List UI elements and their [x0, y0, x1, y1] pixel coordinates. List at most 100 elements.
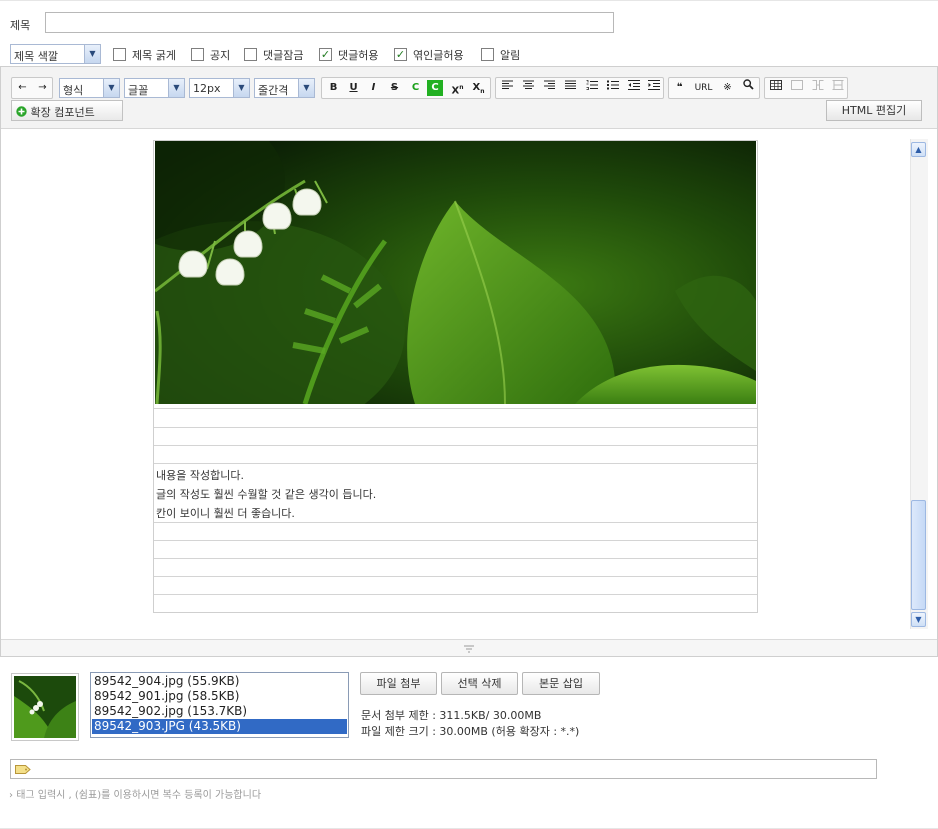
outdent-icon[interactable]: [624, 79, 643, 97]
line-height-select-value: 줄간격: [258, 84, 289, 97]
attach-file-button[interactable]: 파일 첨부: [360, 672, 437, 695]
title-color-select-value: 제목 색깔: [14, 50, 58, 63]
title-label: 제목: [10, 19, 31, 32]
inserted-image[interactable]: [155, 141, 756, 404]
chevron-down-icon: ▼: [298, 79, 314, 97]
redo-button[interactable]: →: [33, 79, 52, 97]
align-justify-icon[interactable]: [561, 79, 580, 97]
tag-icon: [15, 764, 31, 778]
extension-component-button[interactable]: 확장 컴포넌트: [11, 100, 123, 121]
content-line: 글의 작성도 훨씬 수월할 것 같은 생각이 듭니다.: [156, 488, 377, 501]
history-group: ← →: [11, 77, 53, 99]
font-size-select-value: 12px: [193, 82, 221, 95]
superscript-button[interactable]: Xn: [448, 79, 467, 97]
ordered-list-icon[interactable]: [582, 79, 601, 97]
paragraph-group: [495, 77, 664, 99]
file-list-item[interactable]: 89542_901.jpg (58.5KB): [92, 689, 347, 704]
table-group: [764, 77, 848, 99]
title-color-select[interactable]: 제목 색깔 ▼: [10, 44, 101, 64]
top-divider: [0, 0, 938, 1]
lily-of-the-valley-photo: [155, 141, 756, 404]
content-line: 내용을 작성합니다.: [156, 469, 244, 482]
editor-resize-handle[interactable]: [1, 639, 937, 656]
attachment-preview: [11, 673, 79, 741]
table-row-border: [154, 540, 757, 541]
tag-hint: › 태그 입력시 , (쉼표)를 이용하시면 복수 등록이 가능합니다: [9, 786, 261, 801]
allow-trackback-checkbox[interactable]: ✓: [394, 48, 407, 61]
chevron-down-icon: ▼: [168, 79, 184, 97]
notice-checkbox[interactable]: [191, 48, 204, 61]
format-select-value: 형식: [63, 84, 84, 97]
special-char-button[interactable]: ※: [718, 79, 737, 97]
font-select-value: 글꼴: [128, 84, 149, 97]
bold-title-label: 제목 굵게: [132, 49, 176, 62]
unordered-list-icon[interactable]: [603, 79, 622, 97]
plus-icon: [16, 106, 27, 117]
table-icon[interactable]: [766, 79, 785, 97]
extension-component-label: 확장 컴포넌트: [30, 106, 95, 119]
resize-grip-icon: [464, 643, 474, 656]
font-select[interactable]: 글꼴 ▼: [124, 78, 185, 98]
table-cell-icon[interactable]: [787, 79, 806, 97]
scroll-up-icon[interactable]: ▲: [911, 142, 926, 157]
notice-label: 공지: [210, 49, 231, 62]
quote-button[interactable]: ❝: [670, 79, 689, 97]
insert-group: ❝ URL ※: [668, 77, 760, 99]
file-list-item-selected[interactable]: 89542_903.JPG (43.5KB): [92, 719, 347, 734]
font-size-select[interactable]: 12px ▼: [189, 78, 250, 98]
file-list-item[interactable]: 89542_904.jpg (55.9KB): [92, 674, 347, 689]
text-style-group: B U I S C C Xn Xn: [321, 77, 491, 99]
line-height-select[interactable]: 줄간격 ▼: [254, 78, 315, 98]
merge-cells-icon[interactable]: [808, 79, 827, 97]
scroll-down-icon[interactable]: ▼: [911, 612, 926, 627]
indent-icon[interactable]: [644, 79, 663, 97]
allow-comments-label: 댓글허용: [338, 49, 379, 62]
notify-label: 알림: [500, 49, 521, 62]
align-left-icon[interactable]: [498, 79, 517, 97]
lock-comments-checkbox[interactable]: [244, 48, 257, 61]
table-row-border: [154, 427, 757, 428]
bg-color-button[interactable]: C: [427, 80, 443, 96]
split-cells-icon[interactable]: [828, 79, 847, 97]
allow-comments-checkbox[interactable]: ✓: [319, 48, 332, 61]
italic-button[interactable]: I: [364, 79, 383, 97]
html-editor-button[interactable]: HTML 편집기: [826, 100, 922, 121]
table-row-border: [154, 408, 757, 409]
content-line: 칸이 보이니 훨씬 더 좋습니다.: [156, 507, 295, 520]
format-select[interactable]: 형식 ▼: [59, 78, 120, 98]
tag-hint-text: 태그 입력시 , (쉼표)를 이용하시면 복수 등록이 가능합니다: [16, 790, 262, 801]
file-size-limit: 파일 제한 크기 : 30.00MB (허용 확장자 : *.*): [361, 725, 580, 738]
table-row-border: [154, 594, 757, 595]
table-row-border: [154, 558, 757, 559]
subscript-button[interactable]: Xn: [469, 79, 488, 97]
search-icon[interactable]: [739, 79, 758, 97]
table-row-border: [154, 522, 757, 523]
title-input[interactable]: [45, 12, 614, 33]
document-attach-limit: 문서 첨부 제한 : 311.5KB/ 30.00MB: [361, 709, 542, 722]
font-color-button[interactable]: C: [406, 79, 425, 97]
chevron-down-icon: ▼: [84, 45, 100, 63]
strike-button[interactable]: S: [385, 79, 404, 97]
file-list-item[interactable]: 89542_902.jpg (153.7KB): [92, 704, 347, 719]
table-row-border: [154, 576, 757, 577]
preview-image: [14, 676, 76, 738]
table-row-border: [154, 463, 757, 464]
scrollbar-thumb[interactable]: [911, 500, 926, 610]
insert-into-body-button[interactable]: 본문 삽입: [522, 672, 600, 695]
tag-input[interactable]: [10, 759, 877, 779]
chevron-down-icon: ▼: [103, 79, 119, 97]
bold-title-checkbox[interactable]: [113, 48, 126, 61]
lock-comments-label: 댓글잠금: [263, 49, 304, 62]
chevron-down-icon: ▼: [233, 79, 249, 97]
delete-selected-button[interactable]: 선택 삭제: [441, 672, 518, 695]
underline-button[interactable]: U: [344, 79, 363, 97]
bold-button[interactable]: B: [324, 79, 343, 97]
align-right-icon[interactable]: [540, 79, 559, 97]
undo-button[interactable]: ←: [13, 79, 32, 97]
notify-checkbox[interactable]: [481, 48, 494, 61]
allow-trackback-label: 엮인글허용: [413, 49, 464, 62]
url-button[interactable]: URL: [691, 79, 716, 97]
align-center-icon[interactable]: [519, 79, 538, 97]
table-row-border: [154, 445, 757, 446]
attachment-file-list[interactable]: 89542_904.jpg (55.9KB) 89542_901.jpg (58…: [90, 672, 349, 738]
